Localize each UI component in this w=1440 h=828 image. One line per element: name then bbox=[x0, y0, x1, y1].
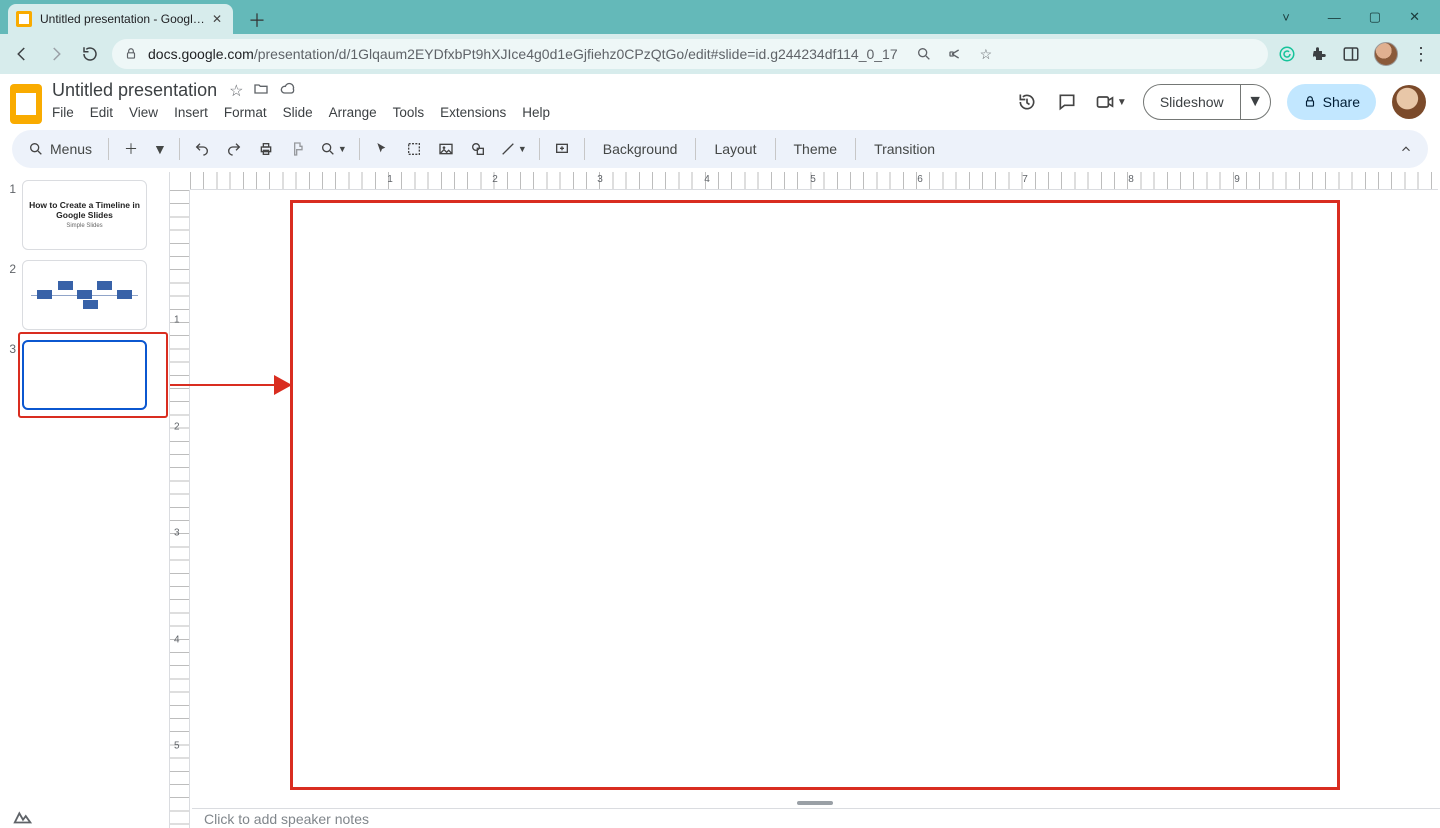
textbox-tool[interactable] bbox=[400, 135, 428, 163]
extensions-puzzle-icon[interactable] bbox=[1310, 45, 1328, 63]
slide-thumb-3[interactable]: 3 bbox=[6, 340, 163, 410]
layout-button[interactable]: Layout bbox=[704, 135, 766, 163]
slide-thumb-2[interactable]: 2 bbox=[6, 260, 163, 330]
omnibox-right-icons: ☆ bbox=[916, 46, 993, 63]
grammarly-icon[interactable] bbox=[1278, 45, 1296, 63]
thumb-preview: How to Create a Timeline in Google Slide… bbox=[22, 180, 147, 250]
tab-bar: Untitled presentation - Google Sl ✕ ＋ ˅ … bbox=[0, 0, 1440, 34]
browser-chrome: Untitled presentation - Google Sl ✕ ＋ ˅ … bbox=[0, 0, 1440, 74]
slideshow-dropdown-icon[interactable]: ▼ bbox=[1240, 85, 1270, 119]
window-controls: ˅ — ▢ ✕ bbox=[1282, 0, 1440, 34]
slide-thumb-1[interactable]: 1 How to Create a Timeline in Google Sli… bbox=[6, 180, 163, 250]
shape-tool[interactable] bbox=[464, 135, 492, 163]
comments-icon[interactable] bbox=[1055, 90, 1079, 114]
toolbar: Menus ＋ ▼ ▼ bbox=[12, 130, 1428, 168]
menu-arrange[interactable]: Arrange bbox=[329, 105, 377, 120]
menu-extensions[interactable]: Extensions bbox=[440, 105, 506, 120]
collapse-toolbar-icon[interactable] bbox=[1392, 135, 1420, 163]
slides-logo-icon[interactable] bbox=[10, 84, 42, 124]
menu-file[interactable]: File bbox=[52, 105, 74, 120]
menu-edit[interactable]: Edit bbox=[90, 105, 113, 120]
side-panel-icon[interactable] bbox=[1342, 45, 1360, 63]
theme-button[interactable]: Theme bbox=[784, 135, 848, 163]
transition-button[interactable]: Transition bbox=[864, 135, 945, 163]
slide-number: 2 bbox=[6, 260, 16, 276]
chrome-menu-icon[interactable]: ⋮ bbox=[1412, 44, 1430, 65]
new-tab-button[interactable]: ＋ bbox=[243, 6, 271, 34]
menu-format[interactable]: Format bbox=[224, 105, 267, 120]
search-menus[interactable]: Menus bbox=[20, 135, 100, 163]
filmstrip[interactable]: 1 How to Create a Timeline in Google Sli… bbox=[0, 172, 170, 828]
menu-slide[interactable]: Slide bbox=[283, 105, 313, 120]
doc-header: Untitled presentation ☆ File Edit View I… bbox=[0, 74, 1440, 124]
forward-button[interactable] bbox=[44, 42, 68, 66]
speaker-notes-placeholder: Click to add speaker notes bbox=[204, 811, 369, 827]
slides-favicon-icon bbox=[16, 11, 32, 27]
slide-canvas[interactable] bbox=[290, 200, 1340, 790]
slide-number: 3 bbox=[6, 340, 16, 356]
lock-icon bbox=[124, 47, 138, 61]
slideshow-label: Slideshow bbox=[1144, 94, 1240, 110]
menu-insert[interactable]: Insert bbox=[174, 105, 208, 120]
header-right: ▼ Slideshow ▼ Share bbox=[1015, 80, 1426, 120]
menu-bar: File Edit View Insert Format Slide Arran… bbox=[52, 105, 550, 120]
background-button[interactable]: Background bbox=[593, 135, 688, 163]
slideshow-button[interactable]: Slideshow ▼ bbox=[1143, 84, 1271, 120]
tab-title: Untitled presentation - Google Sl bbox=[40, 12, 209, 26]
explore-button[interactable] bbox=[12, 808, 34, 826]
menu-tools[interactable]: Tools bbox=[393, 105, 425, 120]
work-area: 1 How to Create a Timeline in Google Sli… bbox=[0, 172, 1440, 828]
select-tool[interactable] bbox=[368, 135, 396, 163]
address-bar[interactable]: docs.google.com/presentation/d/1Glqaum2E… bbox=[112, 39, 1268, 69]
close-tab-icon[interactable]: ✕ bbox=[209, 12, 225, 26]
minimize-window-icon[interactable]: — bbox=[1328, 10, 1341, 25]
annotation-arrow bbox=[170, 384, 290, 386]
undo-button[interactable] bbox=[188, 135, 216, 163]
menu-help[interactable]: Help bbox=[522, 105, 550, 120]
move-to-folder-icon[interactable] bbox=[253, 81, 269, 101]
speaker-notes[interactable]: Click to add speaker notes bbox=[192, 808, 1440, 828]
zoom-icon[interactable] bbox=[916, 46, 932, 62]
slide-number: 1 bbox=[6, 180, 16, 196]
share-page-icon[interactable] bbox=[948, 46, 964, 62]
profile-avatar-icon[interactable] bbox=[1374, 42, 1398, 66]
meet-present-icon[interactable]: ▼ bbox=[1095, 90, 1127, 114]
zoom-button[interactable]: ▼ bbox=[316, 135, 351, 163]
close-window-icon[interactable]: ✕ bbox=[1409, 9, 1420, 25]
notes-resize-handle[interactable] bbox=[797, 801, 833, 805]
version-history-icon[interactable] bbox=[1015, 90, 1039, 114]
url-bar-row: docs.google.com/presentation/d/1Glqaum2E… bbox=[0, 34, 1440, 74]
cloud-status-icon[interactable] bbox=[279, 81, 297, 101]
new-slide-button[interactable]: ＋ bbox=[117, 135, 145, 163]
bookmark-icon[interactable]: ☆ bbox=[980, 46, 993, 63]
print-button[interactable] bbox=[252, 135, 280, 163]
back-button[interactable] bbox=[10, 42, 34, 66]
menus-label: Menus bbox=[50, 141, 92, 157]
browser-tab[interactable]: Untitled presentation - Google Sl ✕ bbox=[8, 4, 233, 34]
share-label: Share bbox=[1323, 94, 1360, 110]
star-icon[interactable]: ☆ bbox=[229, 81, 243, 101]
reload-button[interactable] bbox=[78, 42, 102, 66]
menu-view[interactable]: View bbox=[129, 105, 158, 120]
canvas-area: 1 2 3 4 5 6 7 8 9 1 2 3 4 5 bbox=[170, 172, 1440, 828]
paint-format-button[interactable] bbox=[284, 135, 312, 163]
url-text: docs.google.com/presentation/d/1Glqaum2E… bbox=[148, 46, 898, 62]
share-button[interactable]: Share bbox=[1287, 84, 1376, 120]
slides-app: Untitled presentation ☆ File Edit View I… bbox=[0, 74, 1440, 828]
vertical-ruler[interactable]: 1 2 3 4 5 bbox=[170, 190, 190, 828]
doc-title[interactable]: Untitled presentation bbox=[52, 80, 217, 101]
share-lock-icon bbox=[1303, 95, 1317, 109]
account-avatar[interactable] bbox=[1392, 85, 1426, 119]
maximize-window-icon[interactable]: ▢ bbox=[1369, 9, 1381, 25]
image-tool[interactable] bbox=[432, 135, 460, 163]
thumb-preview bbox=[22, 260, 147, 330]
tab-search-icon[interactable]: ˅ bbox=[1282, 10, 1290, 25]
redo-button[interactable] bbox=[220, 135, 248, 163]
extension-icons: ⋮ bbox=[1278, 42, 1430, 66]
line-tool[interactable]: ▼ bbox=[496, 135, 531, 163]
comment-tool[interactable] bbox=[548, 135, 576, 163]
new-slide-dropdown-icon[interactable]: ▼ bbox=[149, 135, 171, 163]
thumb-preview bbox=[22, 340, 147, 410]
horizontal-ruler[interactable]: 1 2 3 4 5 6 7 8 9 bbox=[190, 172, 1438, 190]
